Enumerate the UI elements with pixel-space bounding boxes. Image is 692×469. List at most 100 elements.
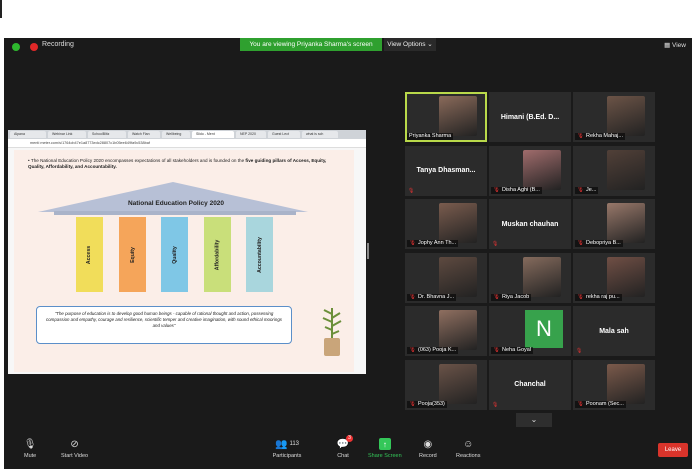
participants-count: 113 [289,441,300,447]
participant-name: Pooja(353) [417,400,445,407]
muted-mic-icon: 🎙 [493,186,500,193]
browser-tab[interactable]: Webinar Link [48,131,86,138]
participant-tile[interactable]: Muskan chauhan 🎙 [489,199,571,249]
participant-name-label: 🎙 Disha Aghi (B... [491,186,542,194]
video-off-icon: ⊘ [70,438,79,450]
participant-name: Rekha Mahaj... [585,133,623,139]
browser-address-bar[interactable]: menti meter.com/s/1764cb47e1a8773edc2880… [8,139,366,148]
muted-mic-icon: 🎙 [493,293,500,300]
participant-tile[interactable]: 🎙 Je... [573,145,655,196]
view-button[interactable]: ▦ View [664,41,686,49]
participant-tile[interactable]: 🎙 Poonam (Sec... [573,359,655,410]
participant-name-label: 🎙 rekha raj pu... [575,293,622,301]
participant-tile[interactable]: Himani (B.Ed. D... [489,92,571,142]
participant-tile[interactable]: 🎙 Debopriya B... [573,199,655,249]
top-bar: Recording You are viewing Priyanka Sharm… [4,38,692,56]
participant-tile[interactable]: 🎙 Rekha Mahaj... [573,92,655,142]
record-label: Record [419,453,437,459]
window-edge [0,0,2,18]
participants-label: Participants [272,453,302,459]
address-url: menti meter.com/s/1764cb47e1a8773edc2880… [30,141,150,145]
share-screen-label: Share Screen [368,453,402,459]
participant-tile[interactable]: 🎙 rekha raj pu... [573,252,655,303]
participant-name-label: 🎙 Jophy Ann Th... [407,240,459,247]
participant-tile[interactable]: 🎙 Riya Jacob [489,252,571,303]
browser-tab[interactable]: Alpana [10,131,46,138]
recording-icon [30,43,38,51]
browser-tab[interactable]: Guest Lect [268,131,300,138]
participant-tile[interactable]: 🎙 Jophy Ann Th... [405,199,487,249]
security-shield-icon[interactable] [12,43,20,51]
browser-tab[interactable]: SchoolBlitz [88,131,126,138]
participant-name: Debopriya B... [585,240,621,246]
participant-tile[interactable]: 🎙 (063) Pooja K... [405,306,487,356]
reactions-button[interactable]: ☺ Reactions [456,438,481,460]
screenshot-frame: Recording You are viewing Priyanka Sharm… [0,0,692,469]
participant-video [439,256,477,297]
chat-badge: 3 [346,435,353,442]
zoom-meeting-window: Recording You are viewing Priyanka Sharm… [4,38,692,469]
reactions-label: Reactions [456,453,481,459]
pillar-label: Access [86,245,93,264]
participant-name-label: 🎙 Pooja(353) [407,400,447,408]
bottom-toolbar: 🎙 Mute ⊘ Start Video 👥 113 Participants 💬… [4,434,692,469]
participant-tile[interactable]: Chanchal 🎙 [489,359,571,410]
start-video-button[interactable]: ⊘ Start Video [61,438,88,460]
browser-tab[interactable]: what is sch [302,131,338,138]
pillar-label: Accountability [256,236,263,273]
chevron-down-icon[interactable]: ⌄ [516,413,552,427]
participant-video [523,256,561,297]
participant-name-label: 🎙 Rekha Mahaj... [575,133,625,140]
mute-button[interactable]: 🎙 Mute [24,438,37,460]
bullet-text: The National Education Policy 2020 encom… [30,158,246,163]
chat-button[interactable]: 💬 3 Chat [337,435,353,459]
plant-leaves-icon [322,308,342,340]
participant-tile[interactable]: 🎙 Pooja(353) [405,359,487,410]
participant-name-label: 🎙 Riya Jacob [491,293,532,301]
participant-tile[interactable]: Mala sah 🎙 [573,306,655,356]
participant-name: Disha Aghi (B... [501,186,540,193]
participant-name-label: 🎙 Dr. Bhavna J... [407,293,457,301]
browser-tab-active[interactable]: Slido - Ment [192,131,234,138]
participant-name: Jophy Ann Th... [417,240,457,246]
slide-bullet: • The National Education Policy 2020 enc… [28,158,327,169]
participant-name: Neha Goyal [501,347,532,353]
record-icon: ◉ [423,438,433,450]
share-screen-icon: ↑ [378,438,391,450]
participants-button[interactable]: 👥 113 Participants [272,438,302,460]
participant-name-card: Tanya Dhasman... [416,167,476,174]
participant-name-label: 🎙 Debopriya B... [575,240,623,247]
participant-name-card: Himani (B.Ed. D... [500,113,560,121]
chat-icon: 💬 3 [337,435,353,450]
participant-tile[interactable]: Priyanka Sharma [405,92,487,142]
view-options-button[interactable]: View Options ⌄ [384,38,436,51]
browser-tab[interactable]: Wellbeing [162,131,190,138]
mute-label: Mute [24,453,37,459]
participant-name-card: Muskan chauhan [501,220,559,228]
muted-mic-icon: 🎙 [408,187,415,194]
browser-tab[interactable]: NEP 2020 [236,131,266,138]
participant-tile[interactable]: 🎙 Disha Aghi (B... [489,145,571,196]
split-resize-handle[interactable] [367,243,369,259]
participant-tile[interactable]: Tanya Dhasman... 🎙 [405,145,487,196]
muted-mic-icon: 🎙 [493,347,500,353]
participant-video [607,203,645,243]
participant-name: Priyanka Sharma [409,133,452,139]
leave-button[interactable]: Leave [658,443,688,457]
pillar-accountability: Accountability [246,217,273,292]
participant-name: (063) Pooja K... [417,347,457,353]
participant-video [607,256,645,297]
participant-tile[interactable]: N 🎙 Neha Goyal [489,306,571,356]
participant-tile[interactable]: 🎙 Dr. Bhavna J... [405,252,487,303]
browser-tab[interactable]: Watch Flan [128,131,160,138]
participant-name-label: 🎙 (063) Pooja K... [407,347,459,354]
pillar-equity: Equity [119,217,146,292]
participant-name: Riya Jacob [501,293,530,300]
record-button[interactable]: ◉ Record [419,438,437,460]
pillar-label: Equity [129,246,136,263]
share-screen-button[interactable]: ↑ Share Screen [368,438,402,459]
muted-mic-icon: 🎙 [577,186,584,193]
view-button-label: View [672,42,686,49]
muted-mic-icon: 🎙 [576,348,583,354]
muted-mic-icon: 🎙 [492,401,499,408]
